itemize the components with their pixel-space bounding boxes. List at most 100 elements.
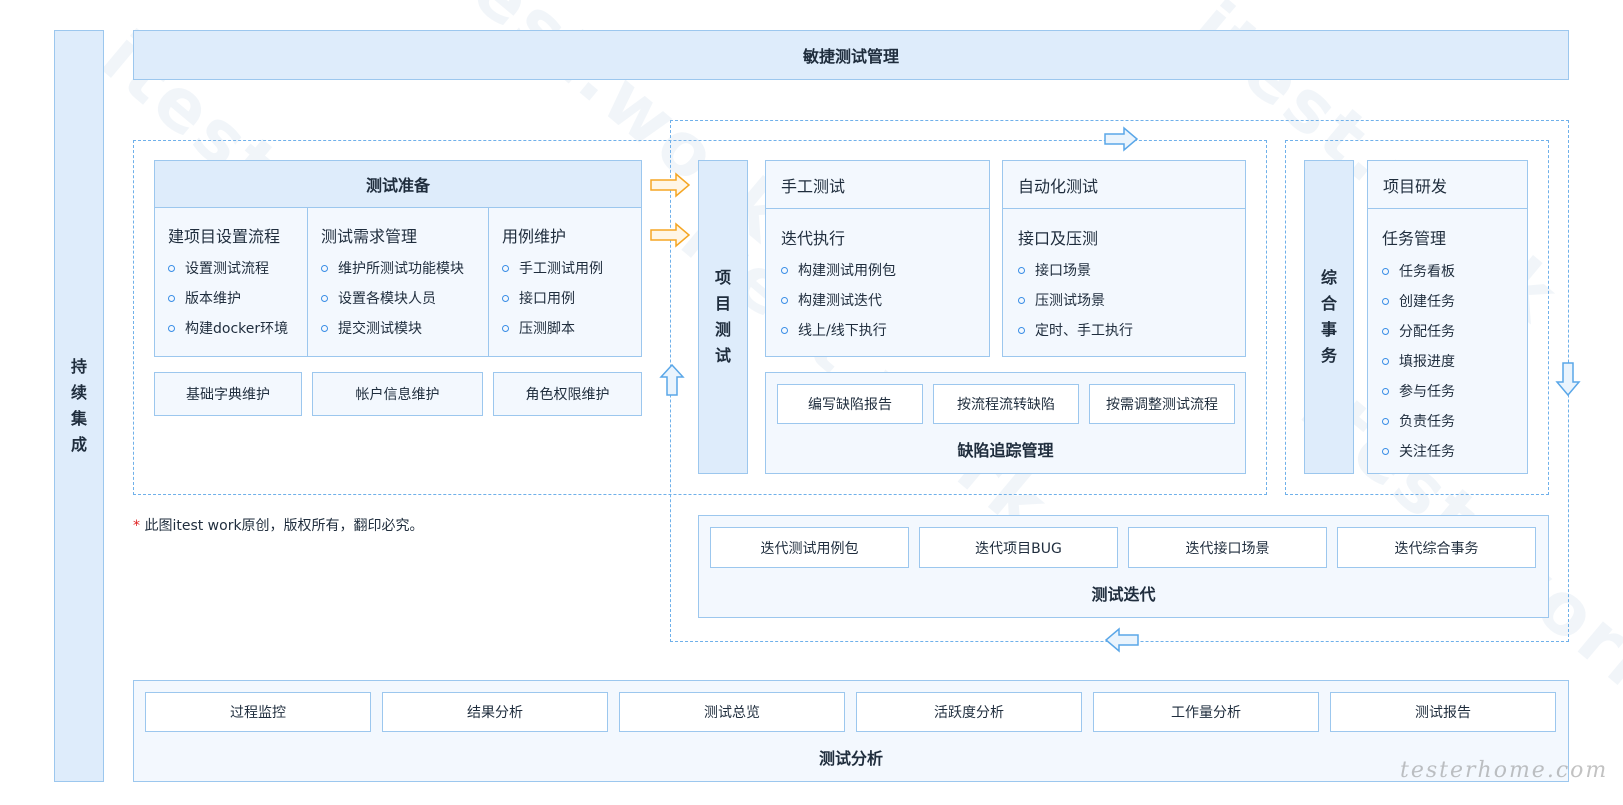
list-item: 手工测试用例 bbox=[502, 253, 642, 283]
bar-char: 续 bbox=[70, 383, 87, 402]
bar-char: 目 bbox=[714, 294, 731, 313]
test-iteration-title: 测试迭代 bbox=[1091, 585, 1156, 604]
test-prep-title: 测试准备 bbox=[154, 160, 642, 208]
bullet-icon bbox=[321, 324, 328, 332]
iteration-item: 迭代测试用例包 bbox=[710, 527, 909, 568]
bullet-icon bbox=[1382, 357, 1389, 365]
project-dev-card: 项目研发 任务管理 任务看板 创建任务 分配任务 填报进度 参与任务 负责任务 … bbox=[1367, 160, 1528, 474]
bullet-icon bbox=[1382, 387, 1389, 395]
bar-char: 持 bbox=[70, 357, 87, 376]
defect-item: 编写缺陷报告 bbox=[777, 384, 923, 424]
list-item: 压测脚本 bbox=[502, 313, 642, 343]
list-item: 提交测试模块 bbox=[321, 313, 488, 343]
analysis-item: 工作量分析 bbox=[1093, 692, 1319, 732]
copyright-text: 此图itest work原创，版权所有，翻印必究。 bbox=[144, 518, 424, 534]
prep-bottom-item: 帐户信息维护 bbox=[312, 372, 483, 416]
list-item: 维护所测试功能模块 bbox=[321, 253, 488, 283]
bullet-icon bbox=[1018, 326, 1025, 334]
bullet-icon bbox=[321, 294, 328, 302]
continuous-integration-bar: 持 续 集 成 bbox=[54, 30, 104, 782]
list-item: 设置各模块人员 bbox=[321, 283, 488, 313]
list-item: 接口用例 bbox=[502, 283, 642, 313]
list-item: 创建任务 bbox=[1382, 286, 1527, 316]
left-arrow-icon bbox=[1105, 627, 1139, 653]
automation-heading: 接口及压测 bbox=[1018, 229, 1099, 248]
signature-watermark: testerhome.com bbox=[1400, 758, 1609, 783]
defect-item: 按流程流转缺陷 bbox=[933, 384, 1079, 424]
iteration-item: 迭代综合事务 bbox=[1337, 527, 1536, 568]
bullet-icon bbox=[781, 296, 788, 304]
right-arrow-icon bbox=[650, 222, 690, 248]
required-star: * bbox=[133, 518, 140, 534]
list-item: 填报进度 bbox=[1382, 346, 1527, 376]
prep-bottom-item: 角色权限维护 bbox=[493, 372, 642, 416]
bullet-icon bbox=[1382, 447, 1389, 455]
bar-char: 合 bbox=[1320, 294, 1337, 313]
bullet-icon bbox=[502, 264, 509, 272]
automation-test-title: 自动化测试 bbox=[1003, 161, 1245, 209]
list-item: 任务看板 bbox=[1382, 256, 1527, 286]
task-management-heading: 任务管理 bbox=[1382, 229, 1447, 248]
bullet-icon bbox=[502, 294, 509, 302]
prep-column: 测试需求管理 维护所测试功能模块 设置各模块人员 提交测试模块 bbox=[308, 207, 489, 357]
bullet-icon bbox=[502, 324, 509, 332]
bullet-icon bbox=[781, 326, 788, 334]
copyright-note: * 此图itest work原创，版权所有，翻印必究。 bbox=[133, 515, 424, 535]
defect-tracking-title: 缺陷追踪管理 bbox=[957, 441, 1054, 460]
bar-char: 成 bbox=[70, 435, 87, 454]
list-item: 设置测试流程 bbox=[168, 253, 307, 283]
agile-test-management-header: 敏捷测试管理 bbox=[133, 30, 1569, 80]
bar-char: 务 bbox=[1320, 346, 1337, 365]
bullet-icon bbox=[1018, 266, 1025, 274]
list-item: 参与任务 bbox=[1382, 376, 1527, 406]
list-item: 负责任务 bbox=[1382, 406, 1527, 436]
bar-char: 测 bbox=[714, 320, 731, 339]
project-dev-title: 项目研发 bbox=[1368, 161, 1527, 209]
prep-column-heading: 建项目设置流程 bbox=[168, 227, 281, 246]
comprehensive-affairs-bar: 综 合 事 务 bbox=[1304, 160, 1354, 474]
list-item: 分配任务 bbox=[1382, 316, 1527, 346]
down-arrow-icon bbox=[1555, 362, 1581, 396]
prep-bottom-item: 基础字典维护 bbox=[154, 372, 302, 416]
test-analysis-title: 测试分析 bbox=[818, 749, 883, 768]
iteration-item: 迭代接口场景 bbox=[1128, 527, 1327, 568]
list-item: 线上/线下执行 bbox=[781, 315, 989, 345]
bullet-icon bbox=[321, 264, 328, 272]
analysis-item: 测试总览 bbox=[619, 692, 845, 732]
list-item: 构建测试迭代 bbox=[781, 285, 989, 315]
analysis-item: 结果分析 bbox=[382, 692, 608, 732]
prep-column: 用例维护 手工测试用例 接口用例 压测脚本 bbox=[489, 207, 642, 357]
bar-char: 项 bbox=[714, 268, 731, 287]
bullet-icon bbox=[1382, 417, 1389, 425]
prep-column: 建项目设置流程 设置测试流程 版本维护 构建docker环境 bbox=[154, 207, 308, 357]
project-test-bar: 项 目 测 试 bbox=[698, 160, 748, 474]
list-item: 定时、手工执行 bbox=[1018, 315, 1245, 345]
automation-test-card: 自动化测试 接口及压测 接口场景 压测试场景 定时、手工执行 bbox=[1002, 160, 1246, 357]
bullet-icon bbox=[1018, 296, 1025, 304]
list-item: 构建docker环境 bbox=[168, 313, 307, 343]
analysis-item: 过程监控 bbox=[145, 692, 371, 732]
bullet-icon bbox=[781, 266, 788, 274]
bullet-icon bbox=[1382, 327, 1389, 335]
list-item: 构建测试用例包 bbox=[781, 255, 989, 285]
bullet-icon bbox=[168, 264, 175, 272]
right-arrow-icon bbox=[1104, 126, 1138, 152]
manual-test-card: 手工测试 迭代执行 构建测试用例包 构建测试迭代 线上/线下执行 bbox=[765, 160, 990, 357]
bar-char: 试 bbox=[714, 346, 731, 365]
iteration-item: 迭代项目BUG bbox=[919, 527, 1118, 568]
prep-column-heading: 测试需求管理 bbox=[321, 227, 418, 246]
right-arrow-icon bbox=[650, 172, 690, 198]
list-item: 版本维护 bbox=[168, 283, 307, 313]
list-item: 关注任务 bbox=[1382, 436, 1527, 466]
prep-column-heading: 用例维护 bbox=[502, 227, 567, 246]
bullet-icon bbox=[1382, 267, 1389, 275]
list-item: 接口场景 bbox=[1018, 255, 1245, 285]
bar-char: 综 bbox=[1320, 268, 1337, 287]
bullet-icon bbox=[168, 294, 175, 302]
analysis-item: 测试报告 bbox=[1330, 692, 1556, 732]
defect-item: 按需调整测试流程 bbox=[1089, 384, 1235, 424]
bar-char: 事 bbox=[1320, 320, 1337, 339]
bullet-icon bbox=[1382, 297, 1389, 305]
bullet-icon bbox=[168, 324, 175, 332]
bar-char: 集 bbox=[70, 409, 87, 428]
